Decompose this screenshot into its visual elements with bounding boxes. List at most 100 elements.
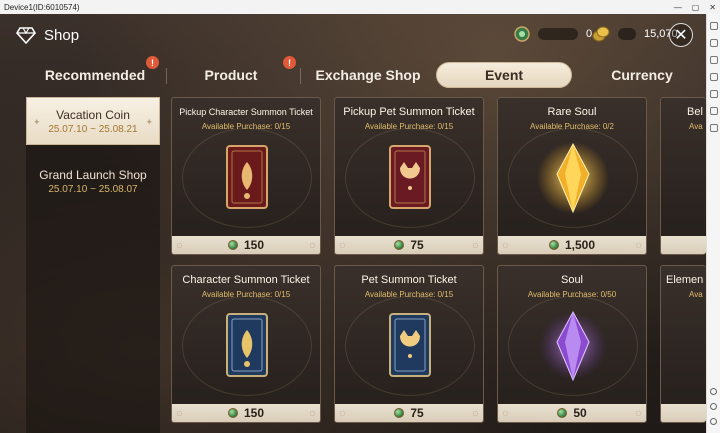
category-vacation-coin[interactable]: ✦ ✦ Vacation Coin 25.07.10 ~ 25.08.21 bbox=[26, 97, 160, 145]
blue-card-icon bbox=[226, 313, 268, 377]
category-dates: 25.07.10 ~ 25.08.21 bbox=[48, 123, 138, 135]
corner-ornament: ◻ bbox=[473, 411, 478, 417]
tab-exchange-shop[interactable]: Exchange Shop bbox=[310, 62, 426, 88]
tab-currency[interactable]: Currency bbox=[596, 62, 688, 88]
sparkle-icon: ✦ bbox=[33, 117, 41, 127]
emulator-button[interactable] bbox=[709, 56, 718, 64]
sparkle-icon: ✦ bbox=[145, 117, 153, 127]
tab-label: Recommended bbox=[44, 67, 146, 83]
item-title: Pickup Character Summon Ticket bbox=[179, 107, 313, 117]
shop-item-card-partial[interactable]: Bel Ava bbox=[660, 97, 706, 255]
shop-title-text: Shop bbox=[44, 26, 80, 44]
tab-recommended[interactable]: Recommended bbox=[38, 62, 152, 88]
vacation-coin-icon bbox=[548, 240, 559, 250]
item-availability: Available Purchase: 0/50 bbox=[527, 290, 617, 299]
price-button[interactable]: ◻ 1,500 ◻ bbox=[498, 236, 646, 254]
category-name: Vacation Coin bbox=[56, 107, 130, 122]
item-availability: Available Purchase: 0/15 bbox=[364, 122, 454, 131]
price-button[interactable]: ◻ 75 ◻ bbox=[335, 404, 483, 422]
shop-item-card[interactable]: Pickup Pet Summon Ticket Available Purch… bbox=[334, 97, 484, 255]
emulator-button[interactable] bbox=[709, 90, 718, 98]
price-button[interactable] bbox=[661, 236, 706, 254]
gold-coins-icon bbox=[592, 26, 610, 42]
gold-crystal-icon bbox=[537, 142, 609, 214]
category-grand-launch-shop[interactable]: Grand Launch Shop 25.07.10 ~ 25.08.07 bbox=[26, 157, 160, 205]
currency-coin: 0 bbox=[514, 26, 592, 42]
item-availability: Available Purchase: 0/2 bbox=[530, 122, 614, 131]
shop-item-card[interactable]: Pet Summon Ticket Available Purchase: 0/… bbox=[334, 265, 484, 423]
item-price: 150 bbox=[243, 238, 265, 252]
vacation-coin-icon bbox=[394, 240, 405, 250]
item-availability: Ava bbox=[689, 122, 703, 131]
category-list: ✦ ✦ Vacation Coin 25.07.10 ~ 25.08.21 Gr… bbox=[26, 97, 160, 433]
shop-item-card[interactable]: Character Summon Ticket Available Purcha… bbox=[171, 265, 321, 423]
price-button[interactable]: ◻ 150 ◻ bbox=[172, 404, 320, 422]
emulator-button[interactable] bbox=[709, 22, 718, 30]
vacation-coin-icon bbox=[227, 408, 238, 418]
corner-ornament: ◻ bbox=[340, 243, 345, 249]
recent-apps-icon[interactable] bbox=[710, 418, 717, 425]
item-title: Character Summon Ticket bbox=[182, 274, 310, 286]
notification-badge: ! bbox=[283, 56, 296, 69]
vacation-coin-icon bbox=[557, 408, 568, 418]
item-price: 75 bbox=[410, 406, 424, 420]
shop-item-card[interactable]: Pickup Character Summon Ticket Available… bbox=[171, 97, 321, 255]
corner-ornament: ◻ bbox=[503, 411, 508, 417]
window-titlebar: Device1(ID:6010574) — ▢ ✕ bbox=[0, 0, 720, 14]
shop-item-card[interactable]: Soul Available Purchase: 0/50 ◻ 50 ◻ bbox=[497, 265, 647, 423]
item-availability: Available Purchase: 0/15 bbox=[201, 122, 291, 131]
vacation-coin-icon bbox=[227, 240, 238, 250]
item-title: Bel bbox=[687, 106, 703, 118]
corner-ornament: ◻ bbox=[177, 243, 182, 249]
diamond-icon bbox=[16, 27, 36, 44]
vacation-coin-icon bbox=[394, 408, 405, 418]
tab-event[interactable]: Event bbox=[436, 62, 572, 88]
category-dates: 25.07.10 ~ 25.08.07 bbox=[48, 183, 138, 195]
corner-ornament: ◻ bbox=[310, 411, 315, 417]
emulator-button[interactable] bbox=[709, 39, 718, 47]
price-button[interactable] bbox=[661, 404, 706, 422]
corner-ornament: ◻ bbox=[473, 243, 478, 249]
corner-ornament: ◻ bbox=[503, 243, 508, 249]
close-button[interactable]: ✕ bbox=[669, 23, 693, 47]
tab-bar: Recommended ! Product ! Exchange Shop Ev… bbox=[0, 56, 706, 88]
price-button[interactable]: ◻ 150 ◻ bbox=[172, 236, 320, 254]
shop-item-card-partial[interactable]: Elemen Ava bbox=[660, 265, 706, 423]
item-price: 75 bbox=[410, 238, 424, 252]
item-title: Soul bbox=[560, 274, 584, 286]
item-title: Pickup Pet Summon Ticket bbox=[343, 106, 475, 118]
currency-pill bbox=[538, 28, 578, 40]
restore-icon[interactable]: ▢ bbox=[692, 3, 700, 12]
minimize-icon[interactable]: — bbox=[674, 3, 682, 12]
corner-ornament: ◻ bbox=[636, 243, 641, 249]
corner-ornament: ◻ bbox=[177, 411, 182, 417]
shop-header: Shop 0 15,070 ✕ bbox=[0, 14, 706, 58]
item-price: 1,500 bbox=[564, 238, 596, 252]
close-icon: ✕ bbox=[674, 27, 688, 44]
emulator-button[interactable] bbox=[709, 73, 718, 81]
shop-item-card[interactable]: Rare Soul Available Purchase: 0/2 ◻ 1,50… bbox=[497, 97, 647, 255]
tab-label: Event bbox=[484, 67, 524, 83]
price-button[interactable]: ◻ 50 ◻ bbox=[498, 404, 646, 422]
price-button[interactable]: ◻ 75 ◻ bbox=[335, 236, 483, 254]
home-icon[interactable] bbox=[710, 403, 717, 410]
window-title: Device1(ID:6010574) bbox=[4, 2, 80, 12]
vacation-coin-icon bbox=[514, 26, 530, 42]
item-title: Rare Soul bbox=[547, 106, 597, 118]
blue-pet-card-icon bbox=[389, 313, 431, 377]
emulator-button[interactable] bbox=[709, 124, 718, 132]
tab-label: Product bbox=[204, 67, 258, 83]
tab-divider bbox=[166, 68, 167, 84]
item-availability: Available Purchase: 0/15 bbox=[364, 290, 454, 299]
tab-product[interactable]: Product bbox=[180, 62, 282, 88]
red-pet-card-icon bbox=[389, 145, 431, 209]
back-icon[interactable] bbox=[710, 388, 717, 395]
tab-label: Exchange Shop bbox=[315, 67, 421, 83]
emulator-button[interactable] bbox=[709, 107, 718, 115]
red-card-icon bbox=[226, 145, 268, 209]
game-viewport: Shop 0 15,070 ✕ Recommended ! Product ! … bbox=[0, 14, 706, 433]
tab-divider bbox=[300, 68, 301, 84]
close-window-icon[interactable]: ✕ bbox=[709, 3, 716, 12]
item-price: 150 bbox=[243, 406, 265, 420]
item-availability: Available Purchase: 0/15 bbox=[201, 290, 291, 299]
